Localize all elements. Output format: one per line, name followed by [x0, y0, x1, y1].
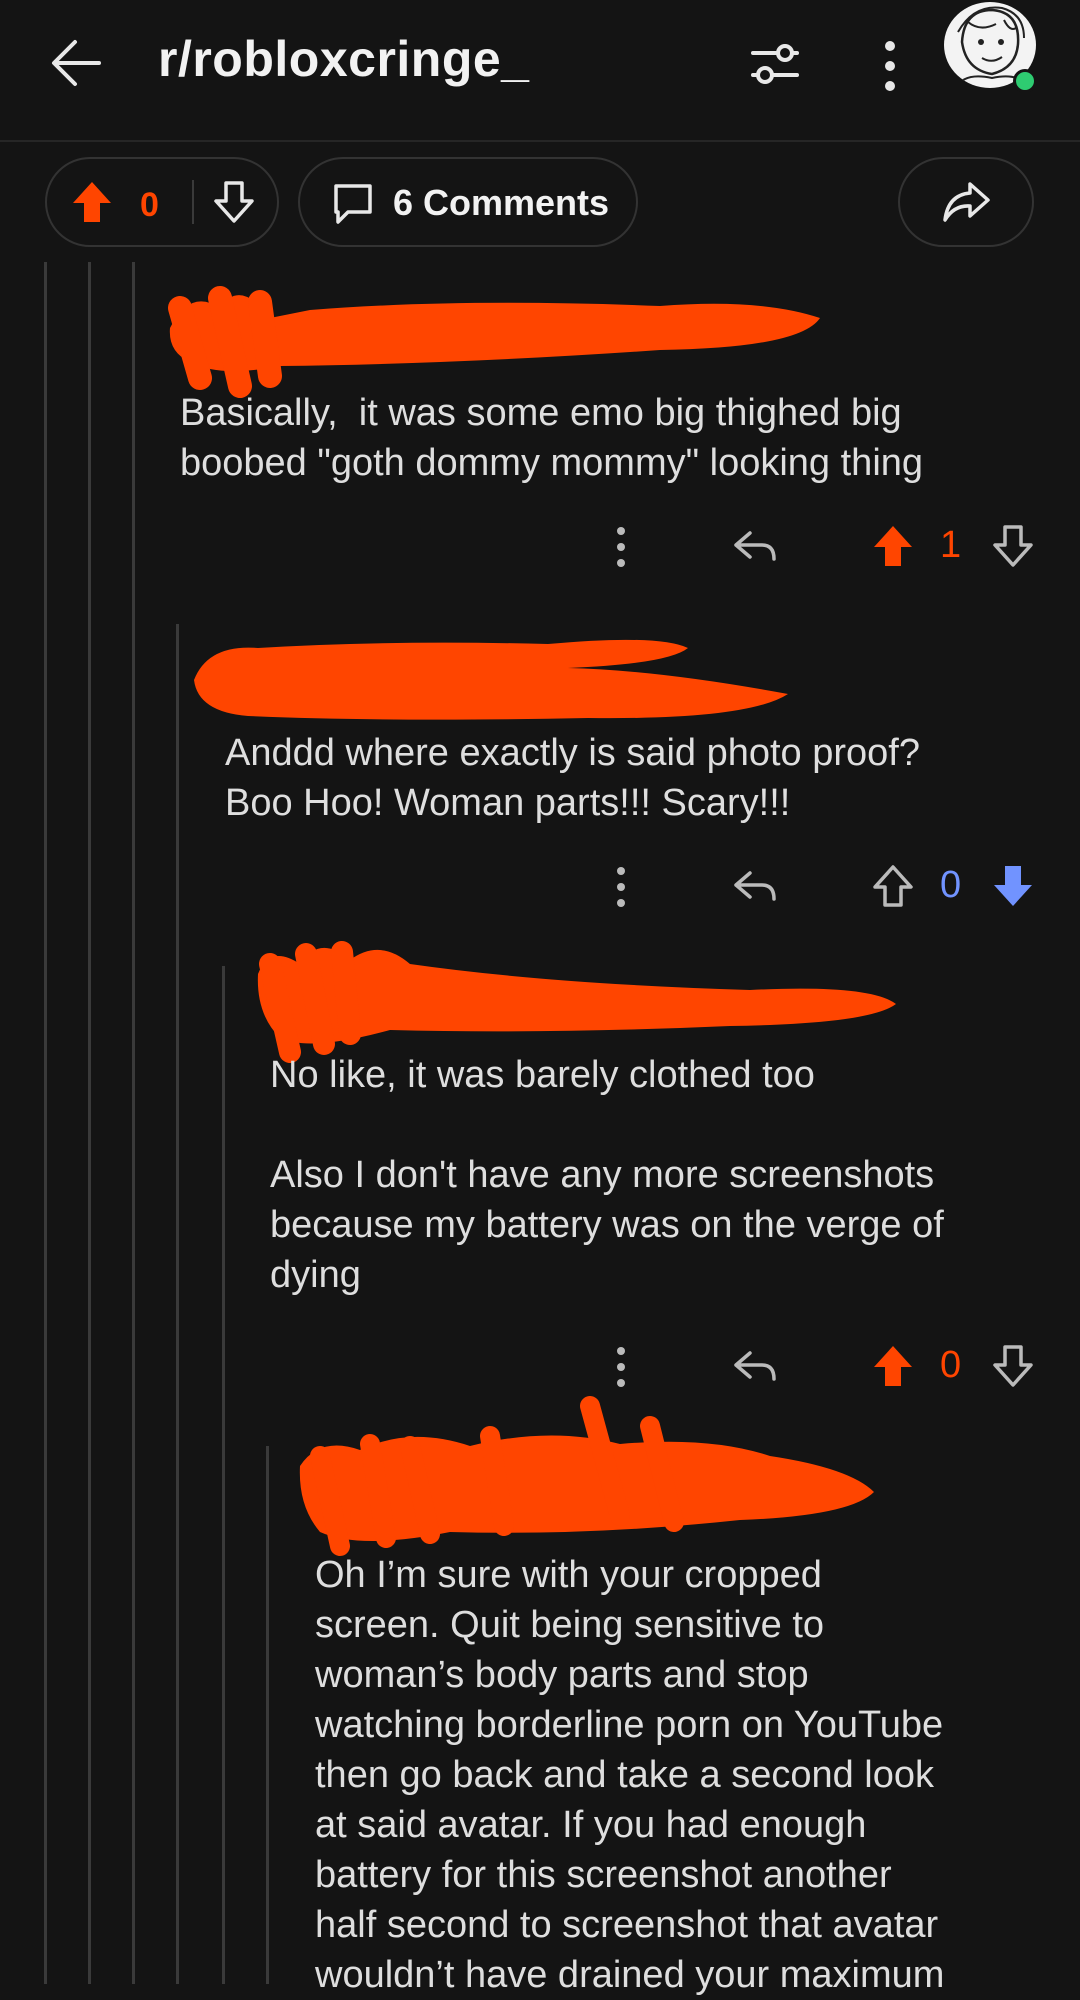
comment-3-downvote-icon[interactable]: [988, 1340, 1038, 1392]
share-icon: [938, 176, 994, 228]
comment-body-2: Anddd where exactly is said photo proof?…: [225, 732, 920, 824]
comment-3-upvote-icon[interactable]: [868, 1340, 918, 1392]
downvote-icon[interactable]: [208, 176, 260, 228]
back-arrow-icon[interactable]: [44, 30, 110, 96]
post-vote-count: 0: [140, 186, 159, 224]
comment-2-downvote-icon[interactable]: [988, 860, 1038, 912]
online-status-dot: [1013, 69, 1037, 93]
comment-1-downvote-icon[interactable]: [988, 520, 1038, 572]
comment-1-upvote-icon[interactable]: [868, 520, 918, 572]
redacted-username-4: [299, 1396, 874, 1556]
upvote-icon[interactable]: [66, 176, 118, 228]
thread-line-2[interactable]: [88, 262, 91, 1984]
thread-line-4[interactable]: [176, 624, 179, 1984]
comment-body-4: Oh I’m sure with your cropped screen. Qu…: [315, 1554, 945, 1996]
subreddit-title[interactable]: r/robloxcringe_: [158, 30, 530, 88]
top-app-bar: r/robloxcringe_: [0, 0, 1080, 142]
comment-bubble-icon: [328, 178, 378, 228]
comment-body-3: No like, it was barely clothed too Also …: [270, 1054, 944, 1296]
comment-1-score: 1: [940, 524, 962, 566]
comment-1-reply-icon[interactable]: [730, 522, 780, 572]
redacted-username-2: [194, 639, 788, 720]
comment-2-reply-icon[interactable]: [730, 862, 780, 912]
redacted-username-3: [257, 941, 896, 1063]
comment-2-more-icon[interactable]: [604, 862, 638, 912]
more-options-icon[interactable]: [864, 36, 916, 96]
comment-body-1: Basically, it was some emo big thighed b…: [180, 392, 924, 484]
sort-filter-icon[interactable]: [742, 30, 808, 96]
comment-1-more-icon[interactable]: [604, 522, 638, 572]
comment-2-upvote-icon[interactable]: [868, 860, 918, 912]
comment-2-score: 0: [940, 864, 962, 906]
comment-3-reply-icon[interactable]: [730, 1342, 780, 1392]
thread-line-5[interactable]: [222, 966, 225, 1984]
thread-line-1[interactable]: [44, 262, 47, 1984]
vote-divider: [192, 180, 194, 224]
thread-line-6[interactable]: [266, 1446, 269, 1984]
thread-line-3[interactable]: [132, 262, 135, 1984]
comment-3-score: 0: [940, 1344, 962, 1386]
comments-count-label: 6 Comments: [393, 182, 610, 223]
comment-3-more-icon[interactable]: [604, 1342, 638, 1392]
redacted-username-1: [168, 286, 821, 398]
